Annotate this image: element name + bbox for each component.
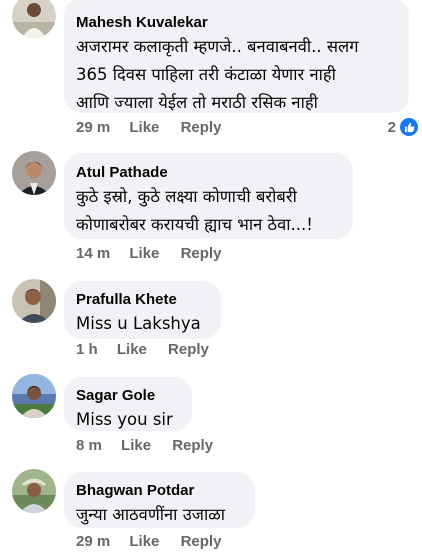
comment-timestamp[interactable]: 29 m	[76, 119, 110, 136]
comment-text-line: जुन्या आठवणींना उजाळा	[76, 505, 226, 524]
comment-author[interactable]: Mahesh Kuvalekar	[76, 13, 396, 32]
avatar[interactable]	[12, 279, 56, 323]
comment-text-line: Miss you sir	[76, 410, 173, 429]
avatar[interactable]	[12, 374, 56, 418]
comment-text-line: कुठे इस्रो, कुठे लक्ष्या कोणाची बरोबरी	[76, 187, 297, 206]
comment-text: जुन्या आठवणींना उजाळा	[76, 501, 242, 529]
comment-text-line: Miss u Lakshya	[76, 314, 201, 333]
like-button[interactable]: Like	[129, 533, 159, 550]
avatar[interactable]	[12, 469, 56, 513]
comment-text-line: कोणाबरोबर करायची ह्याच भान ठेवा...!	[76, 215, 313, 234]
comment-actions: 29 m Like Reply	[76, 119, 221, 136]
comment-bubble: Mahesh Kuvalekar अजरामर कलाकृती म्हणजे..…	[64, 0, 409, 113]
comment-actions: 8 m Like Reply	[76, 437, 213, 454]
comment-bubble: Bhagwan Potdar जुन्या आठवणींना उजाळा	[64, 472, 255, 528]
comment-text: Miss u Lakshya	[76, 310, 208, 338]
comment-text-line: 365 दिवस पाहिला तरी कंटाळा येणार नाही	[76, 65, 336, 84]
comment-timestamp[interactable]: 8 m	[76, 437, 102, 454]
like-thumb-icon	[400, 118, 418, 136]
like-button[interactable]: Like	[129, 119, 159, 136]
comment-author[interactable]: Atul Pathade	[76, 163, 340, 182]
reaction-summary[interactable]: 2	[388, 118, 418, 136]
comment-author[interactable]: Sagar Gole	[76, 386, 179, 405]
comment-actions: 14 m Like Reply	[76, 245, 221, 262]
comment-author[interactable]: Bhagwan Potdar	[76, 481, 242, 500]
avatar[interactable]	[12, 0, 56, 38]
comment-text: कुठे इस्रो, कुठे लक्ष्या कोणाची बरोबरी क…	[76, 183, 340, 239]
comment-timestamp[interactable]: 29 m	[76, 533, 110, 550]
like-button[interactable]: Like	[117, 341, 147, 358]
comment-author[interactable]: Prafulla Khete	[76, 290, 208, 309]
comment-bubble: Atul Pathade कुठे इस्रो, कुठे लक्ष्या को…	[64, 153, 353, 239]
comment-bubble: Prafulla Khete Miss u Lakshya	[64, 281, 221, 339]
avatar[interactable]	[12, 151, 56, 195]
comment-timestamp[interactable]: 1 h	[76, 341, 98, 358]
comment-timestamp[interactable]: 14 m	[76, 245, 110, 262]
like-button[interactable]: Like	[129, 245, 159, 262]
reply-button[interactable]: Reply	[172, 437, 213, 454]
comment-actions: 1 h Like Reply	[76, 341, 209, 358]
reply-button[interactable]: Reply	[181, 119, 222, 136]
comment-actions: 29 m Like Reply	[76, 533, 221, 550]
reply-button[interactable]: Reply	[181, 533, 222, 550]
comment-text-line: आणि ज्याला येईल तो मराठी रसिक नाही	[76, 93, 318, 112]
comment-text: अजरामर कलाकृती म्हणजे.. बनवाबनवी.. सलग 3…	[76, 33, 396, 117]
reply-button[interactable]: Reply	[181, 245, 222, 262]
like-button[interactable]: Like	[121, 437, 151, 454]
reply-button[interactable]: Reply	[168, 341, 209, 358]
comment-bubble: Sagar Gole Miss you sir	[64, 377, 192, 431]
comment-text: Miss you sir	[76, 406, 179, 434]
reaction-count: 2	[387, 118, 396, 136]
comment-text-line: अजरामर कलाकृती म्हणजे.. बनवाबनवी.. सलग	[76, 37, 359, 56]
